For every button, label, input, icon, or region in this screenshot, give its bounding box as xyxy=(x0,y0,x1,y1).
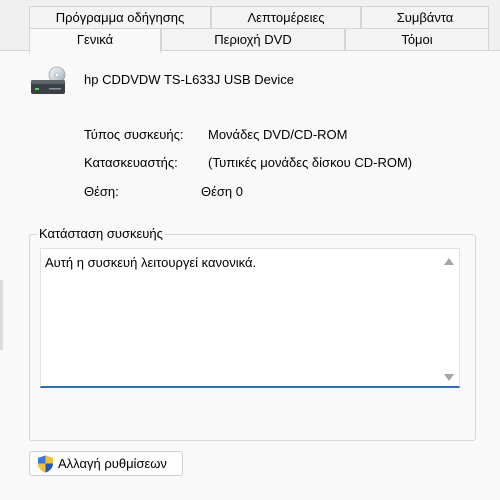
change-settings-button[interactable]: Αλλαγή ρυθμίσεων xyxy=(29,451,183,476)
manufacturer-label: Κατασκευαστής: xyxy=(84,155,178,170)
tab-details[interactable]: Λεπτομέρειες xyxy=(211,6,361,28)
tab-volumes[interactable]: Τόμοι xyxy=(345,28,489,50)
device-status-title: Κατάσταση συσκευής xyxy=(37,226,165,241)
window-edge xyxy=(0,280,3,350)
location-value: Θέση 0 xyxy=(201,184,244,199)
tab-dvd-region[interactable]: Περιοχή DVD xyxy=(161,28,345,50)
location-label: Θέση: xyxy=(84,184,119,199)
manufacturer-value: (Τυπικές μονάδες δίσκου CD-ROM) xyxy=(208,155,413,170)
tab-row-front: Γενικά Περιοχή DVD Τόμοι xyxy=(0,28,500,53)
change-settings-label: Αλλαγή ρυθμίσεων xyxy=(58,456,167,471)
device-status-textbox[interactable]: Αυτή η συσκευή λειτουργεί κανονικά. xyxy=(40,248,460,388)
device-type-value: Μονάδες DVD/CD-ROM xyxy=(208,127,348,142)
device-type-label: Τύπος συσκευής: xyxy=(84,127,184,142)
tab-row-back: Πρόγραμμα οδήγησης Λεπτομέρειες Συμβάντα xyxy=(0,6,500,28)
device-status-text: Αυτή η συσκευή λειτουργεί κανονικά. xyxy=(45,255,257,270)
tab-general[interactable]: Γενικά xyxy=(29,28,161,53)
scroll-down-icon[interactable] xyxy=(444,374,454,381)
uac-shield-icon xyxy=(37,455,54,473)
scroll-up-icon[interactable] xyxy=(444,258,454,265)
dvd-drive-icon xyxy=(29,66,69,98)
tab-driver[interactable]: Πρόγραμμα οδήγησης xyxy=(29,6,211,28)
tab-events[interactable]: Συμβάντα xyxy=(361,6,489,28)
device-name: hp CDDVDW TS-L633J USB Device xyxy=(84,72,294,87)
status-scrollbar[interactable] xyxy=(440,250,458,385)
